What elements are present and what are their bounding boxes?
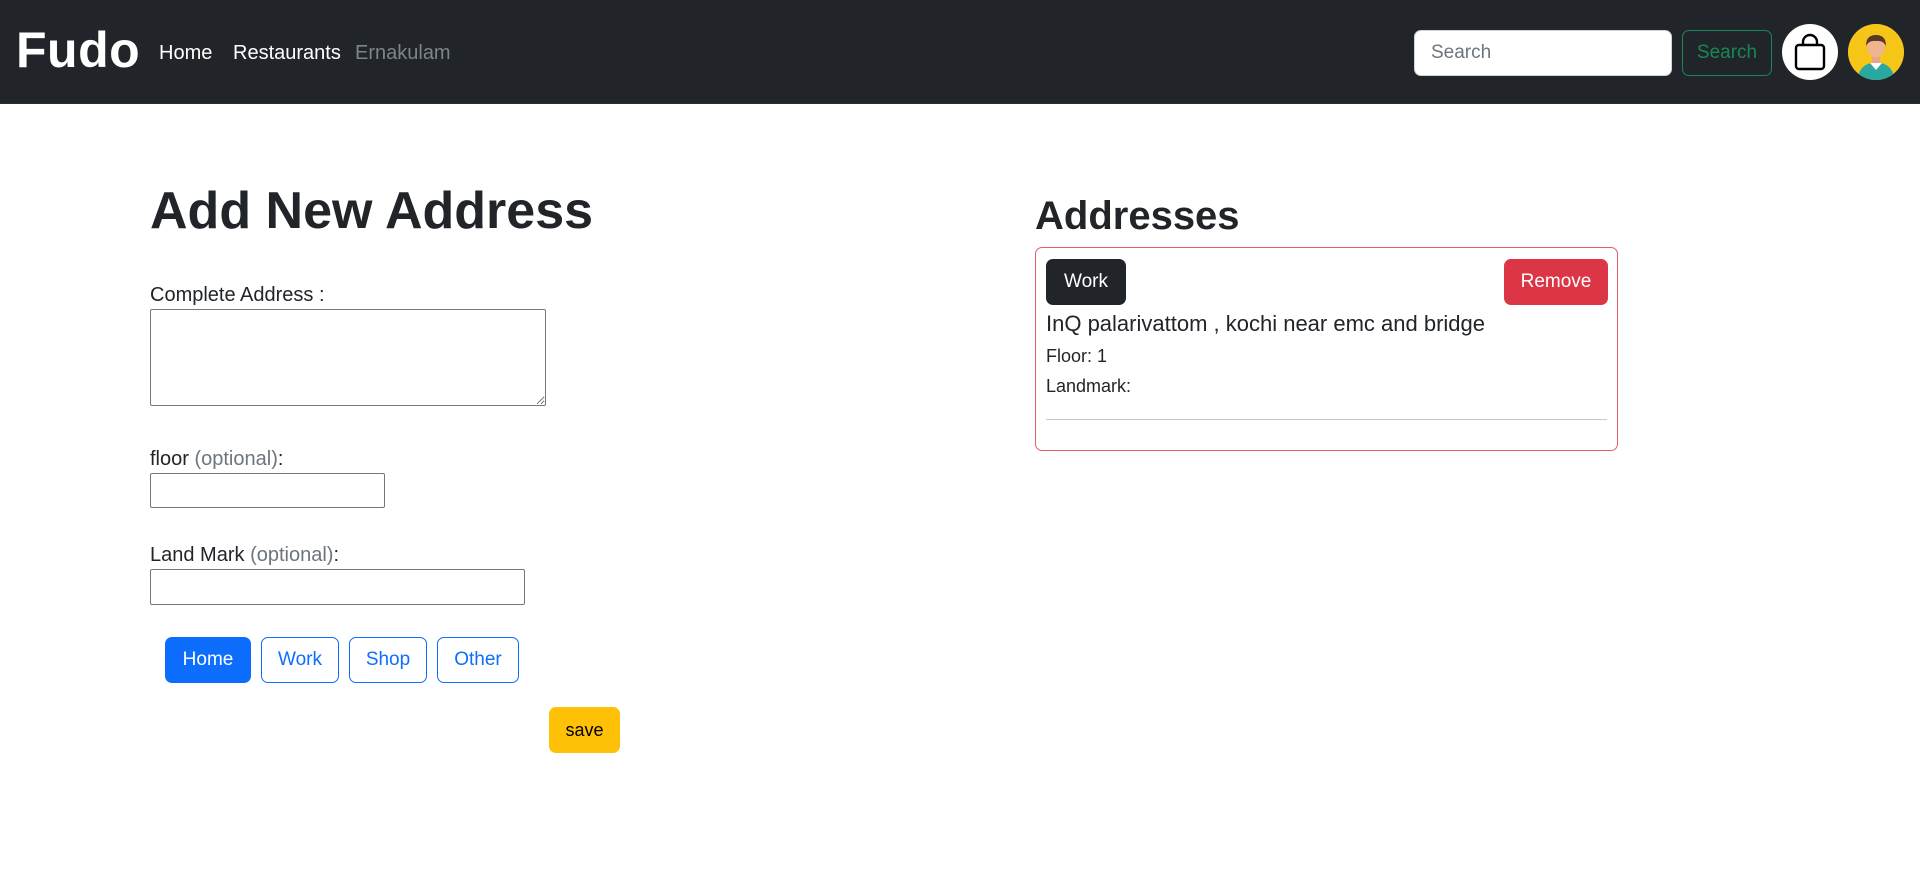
landmark-optional-text: (optional) xyxy=(250,544,334,566)
address-type-work-button[interactable]: Work xyxy=(261,637,339,683)
floor-field[interactable] xyxy=(150,473,385,508)
shopping-bag-icon xyxy=(1794,33,1826,71)
address-floor: Floor: 1 xyxy=(1046,346,1108,366)
address-type-other-button[interactable]: Other xyxy=(437,637,519,683)
landmark-label: Land Mark (optional): xyxy=(150,543,339,567)
save-button[interactable]: save xyxy=(549,707,620,753)
landmark-label-text: Land Mark xyxy=(150,544,245,566)
user-avatar-icon xyxy=(1848,24,1904,80)
page-title: Add New Address xyxy=(150,182,594,240)
address-landmark: Landmark: xyxy=(1046,376,1132,396)
top-navbar: Fudo Home Restaurants Ernakulam Search xyxy=(0,0,1920,104)
address-card: Work Remove InQ palarivattom , kochi nea… xyxy=(1035,247,1618,451)
search-button[interactable]: Search xyxy=(1682,30,1772,76)
complete-address-field[interactable] xyxy=(150,309,546,406)
address-type-badge[interactable]: Work xyxy=(1046,259,1126,305)
nav-link-restaurants[interactable]: Restaurants xyxy=(233,40,341,66)
addresses-title: Addresses xyxy=(1035,194,1240,238)
cart-button[interactable] xyxy=(1782,24,1838,80)
user-avatar[interactable] xyxy=(1848,24,1904,80)
complete-address-label: Complete Address : xyxy=(150,284,325,306)
floor-label-text: floor xyxy=(150,448,189,470)
landmark-field[interactable] xyxy=(150,569,525,605)
floor-label-suffix: : xyxy=(277,448,284,470)
address-type-shop-button[interactable]: Shop xyxy=(349,637,427,683)
floor-label: floor (optional): xyxy=(150,447,283,471)
remove-address-button[interactable]: Remove xyxy=(1504,259,1608,305)
floor-optional-text: (optional) xyxy=(194,448,278,470)
address-type-home-button[interactable]: Home xyxy=(165,637,251,683)
landmark-label-suffix: : xyxy=(333,544,340,566)
card-divider xyxy=(1046,419,1607,420)
brand-logo[interactable]: Fudo xyxy=(16,20,140,80)
nav-link-city[interactable]: Ernakulam xyxy=(355,40,451,66)
nav-link-home[interactable]: Home xyxy=(159,40,212,66)
address-text: InQ palarivattom , kochi near emc and br… xyxy=(1046,311,1486,336)
search-input[interactable] xyxy=(1414,30,1672,76)
